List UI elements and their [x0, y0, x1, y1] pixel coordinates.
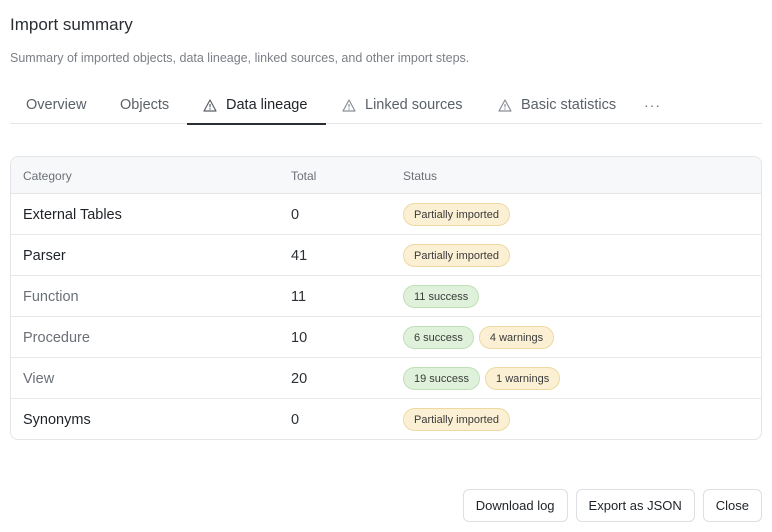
tab-label: Basic statistics — [521, 97, 617, 113]
status-badge: 11 success — [403, 285, 480, 308]
column-header-category: Category — [23, 168, 72, 183]
close-button[interactable]: Close — [702, 489, 762, 522]
dialog-footer: Download log Export as JSON Close — [462, 489, 762, 522]
category-cell: Synonyms — [23, 411, 91, 428]
category-cell: Parser — [23, 247, 66, 264]
status-badge: Partially imported — [403, 408, 510, 431]
table-row[interactable]: Procedure 10 6 success 4 warnings — [11, 317, 761, 358]
warning-triangle-icon — [342, 98, 356, 112]
total-cell: 20 — [291, 370, 308, 387]
status-cell: Partially imported — [403, 235, 510, 276]
tab-objects[interactable]: Objects — [120, 86, 169, 124]
status-badge: Partially imported — [403, 244, 510, 267]
status-cell: Partially imported — [403, 399, 510, 439]
warning-triangle-icon — [203, 98, 217, 112]
more-tabs-button[interactable]: ··· — [644, 86, 661, 124]
total-cell: 41 — [291, 247, 308, 264]
status-badge: 19 success — [403, 367, 481, 390]
category-cell: Procedure — [23, 329, 90, 346]
table-row[interactable]: External Tables 0 Partially imported — [11, 194, 761, 235]
table-row[interactable]: Parser 41 Partially imported — [11, 235, 761, 276]
column-header-total: Total — [291, 168, 317, 183]
status-badge: 1 warnings — [485, 367, 561, 390]
page-subtitle: Summary of imported objects, data lineag… — [10, 51, 470, 65]
export-json-button[interactable]: Export as JSON — [575, 489, 695, 522]
category-cell: View — [23, 370, 55, 387]
status-cell: Partially imported — [403, 194, 510, 235]
status-cell: 19 success 1 warnings — [403, 358, 561, 399]
table-header: Category Total Status — [11, 157, 761, 194]
status-badge: 6 success — [403, 326, 474, 349]
tab-data-lineage[interactable]: Data lineage — [187, 86, 326, 125]
total-cell: 11 — [291, 288, 307, 305]
import-summary-table: Category Total Status External Tables 0 … — [10, 156, 762, 440]
tab-label: Linked sources — [365, 97, 463, 113]
table-row[interactable]: Synonyms 0 Partially imported — [11, 399, 761, 439]
more-horizontal-icon: ··· — [644, 97, 661, 113]
category-cell: Function — [23, 288, 79, 305]
total-cell: 0 — [291, 411, 300, 428]
table-row[interactable]: Function 11 11 success — [11, 276, 761, 317]
page-title: Import summary — [10, 15, 133, 34]
status-cell: 6 success 4 warnings — [403, 317, 555, 358]
warning-triangle-icon — [498, 98, 512, 112]
status-badge: 4 warnings — [478, 326, 555, 349]
tab-bar: Overview Objects Data lineage Linked sou… — [10, 86, 762, 125]
column-header-status: Status — [403, 168, 438, 183]
category-cell: External Tables — [23, 206, 122, 223]
total-cell: 10 — [291, 329, 308, 346]
tab-basic-statistics[interactable]: Basic statistics — [498, 86, 616, 124]
tab-linked-sources[interactable]: Linked sources — [342, 86, 463, 124]
table-row[interactable]: View 20 19 success 1 warnings — [11, 358, 761, 399]
download-log-button[interactable]: Download log — [462, 489, 568, 522]
tab-label: Overview — [26, 97, 87, 113]
tab-label: Data lineage — [226, 97, 308, 113]
status-badge: Partially imported — [403, 203, 510, 226]
tab-label: Objects — [120, 97, 170, 113]
tab-overview[interactable]: Overview — [26, 86, 86, 124]
total-cell: 0 — [291, 206, 300, 223]
status-cell: 11 success — [403, 276, 480, 317]
